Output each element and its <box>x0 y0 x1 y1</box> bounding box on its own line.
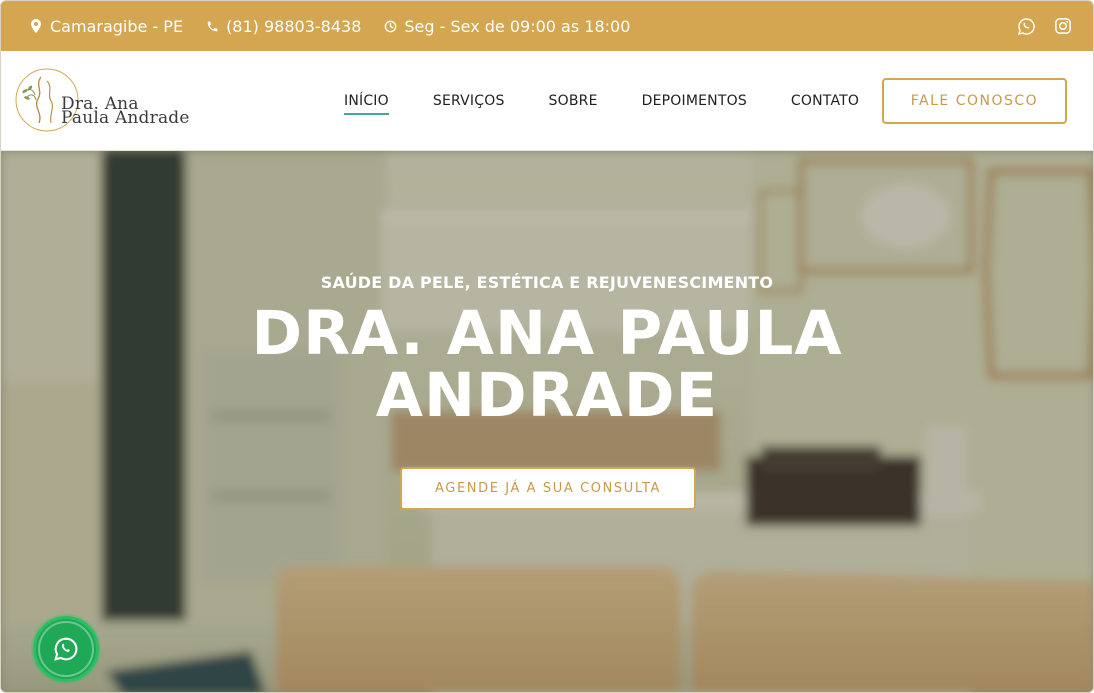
nav-item-sobre[interactable]: SOBRE <box>549 87 598 115</box>
location-item: Camaragibe - PE <box>29 17 183 36</box>
clock-icon <box>383 19 397 33</box>
hours-text: Seg - Sex de 09:00 as 18:00 <box>404 16 631 36</box>
phone-text: (81) 98803-8438 <box>226 16 362 36</box>
agende-consulta-button[interactable]: AGENDE JÁ A SUA CONSULTA <box>400 467 696 510</box>
phone-icon <box>205 19 219 33</box>
hero-title-line-1: DRA. ANA PAULA <box>251 298 843 369</box>
main-nav: INÍCIO SERVIÇOS SOBRE DEPOIMENTOS CONTAT… <box>344 51 903 151</box>
nav-item-servicos[interactable]: SERVIÇOS <box>433 87 505 115</box>
instagram-icon[interactable] <box>1054 17 1073 36</box>
whatsapp-float-ring <box>38 621 94 677</box>
location-text: Camaragibe - PE <box>50 16 184 36</box>
nav-item-depoimentos[interactable]: DEPOIMENTOS <box>642 87 747 115</box>
contact-info: Camaragibe - PE (81) 98803-8438 Seg - Se… <box>1 1 652 51</box>
hero-title: DRA. ANA PAULA ANDRADE <box>1 303 1093 427</box>
top-bar: Camaragibe - PE (81) 98803-8438 Seg - Se… <box>1 1 1093 51</box>
whatsapp-icon[interactable] <box>1017 17 1036 36</box>
map-pin-icon <box>29 19 43 33</box>
logo[interactable]: Dra. Ana Paula Andrade <box>13 67 198 133</box>
fale-conosco-button[interactable]: FALE CONOSCO <box>882 78 1067 124</box>
hero-subtitle: SAÚDE DA PELE, ESTÉTICA E REJUVENESCIMEN… <box>320 273 774 292</box>
nav-item-contato[interactable]: CONTATO <box>791 87 859 115</box>
hours-item: Seg - Sex de 09:00 as 18:00 <box>383 17 630 36</box>
phone-item[interactable]: (81) 98803-8438 <box>205 17 361 36</box>
nav-item-inicio[interactable]: INÍCIO <box>344 87 389 115</box>
hero-section: SAÚDE DA PELE, ESTÉTICA E REJUVENESCIMEN… <box>1 151 1093 692</box>
whatsapp-float-button[interactable] <box>33 616 99 682</box>
logo-line-2: Paula Andrade <box>61 108 190 128</box>
whatsapp-icon <box>54 637 78 661</box>
social-links <box>1017 1 1073 51</box>
hero-title-line-2: ANDRADE <box>375 360 719 431</box>
site-header: Dra. Ana Paula Andrade INÍCIO SERVIÇOS S… <box>1 51 1093 151</box>
page-frame: Camaragibe - PE (81) 98803-8438 Seg - Se… <box>0 0 1094 693</box>
